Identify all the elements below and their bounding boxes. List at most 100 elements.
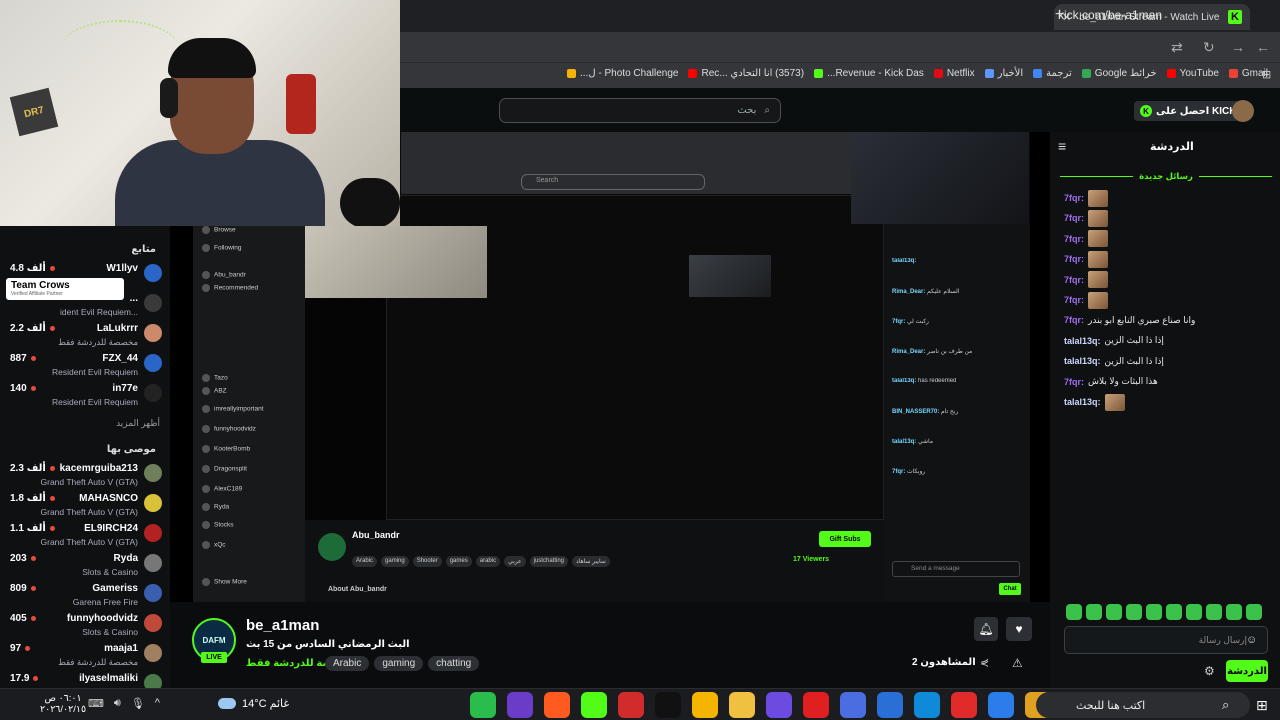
taskbar-app-icon[interactable] [655,692,681,718]
follow-heart-icon[interactable]: ♥ [1006,617,1032,641]
show-more-link[interactable]: أظهر المزيد [116,418,160,429]
chat-text: وانا صناع صبري النابع ابو بندر [1088,314,1196,325]
viewer-count: 140 [10,383,36,394]
channel-row[interactable]: Ryda 203 Slots & Casino [6,552,162,582]
tray-chevron-icon[interactable]: ^ [155,697,160,710]
emote-icon[interactable] [1146,604,1162,620]
channel-row[interactable]: maaja1 97 مخصصة للدردشة فقط [6,642,162,672]
bookmark-item[interactable]: YouTube [1166,68,1219,79]
viewer-count: 887 [10,353,36,364]
taskbar-app-icon[interactable] [507,692,533,718]
channel-name: Gameriss [92,583,138,594]
nested-sidebar-item: Browse [202,226,236,234]
chat-username[interactable]: 7fqr: [1064,315,1084,325]
chat-username[interactable]: talal13q: [1064,356,1101,366]
streamer-name[interactable]: be_a1man [246,617,319,634]
chat-settings-icon[interactable]: ⚙ [1204,664,1215,678]
emote-icon[interactable] [1166,604,1182,620]
taskbar-app-icon[interactable] [544,692,570,718]
channel-row[interactable]: LaLukrrr 2.2 ألف مخصصة للدردشة فقط [6,322,162,352]
emote-bar [1066,604,1266,622]
chat-username[interactable]: talal13q: [1064,336,1101,346]
speaker-icon[interactable]: 🔊︎ [114,697,121,710]
chat-username[interactable]: 7fqr: [1064,213,1084,223]
emote-icon[interactable] [1086,604,1102,620]
emote-icon[interactable] [1126,604,1142,620]
chat-username[interactable]: 7fqr: [1064,295,1084,305]
taskbar-app-icon[interactable] [470,692,496,718]
divider-line [1060,175,1134,177]
stream-tag[interactable]: gaming [374,656,424,671]
taskbar-app-icon[interactable] [914,692,940,718]
emote-icon[interactable] [1246,604,1262,620]
forward-arrow-icon[interactable]: ← [1256,39,1270,55]
bookmark-item[interactable]: Photo Challenge - ل... [567,68,678,79]
chat-send-button[interactable]: الدردشة [1226,660,1268,682]
reload-icon[interactable]: ↻ [1203,39,1215,56]
bookmark-item[interactable]: الأخبار [984,68,1023,79]
share-icon[interactable]: ⋞ [980,656,989,669]
taskbar-app-icon[interactable] [988,692,1014,718]
stream-tag[interactable]: Arabic [325,656,370,671]
chat-username[interactable]: 7fqr: [1064,275,1084,285]
emote-icon[interactable] [1186,604,1202,620]
taskbar-app-icon[interactable] [951,692,977,718]
keyboard-icon[interactable]: ⌨ [88,697,104,710]
channel-row[interactable]: Gameriss 809 Garena Free Fire [6,582,162,612]
microphone-icon[interactable]: 🎙︎ [131,697,145,710]
channel-avatar [144,554,162,572]
taskbar-app-icon[interactable] [618,692,644,718]
chat-input[interactable]: إرسال رسالة [1064,626,1268,654]
back-arrow-icon[interactable]: → [1231,39,1245,55]
apps-grid-icon[interactable]: ⊞ [1262,68,1271,81]
channel-row[interactable]: kacemrguiba213 2.3 ألف Grand Theft Auto V … [6,462,162,492]
windows-start-icon[interactable]: ⊞ [1256,697,1268,714]
clock[interactable]: ٠٦:٠١ ص ٢٠٢٦/٠٢/١٥ [40,693,86,715]
collapse-chat-icon[interactable]: ≡ [1058,138,1066,154]
stream-tag[interactable]: chatting [428,656,480,671]
bookmark-item[interactable]: خرائط Google [1081,68,1157,79]
emote-icon[interactable] [1106,604,1122,620]
chat-username[interactable]: 7fqr: [1064,254,1084,264]
site-settings-icon[interactable]: ⇄ [1171,39,1183,56]
taskbar-app-icon[interactable] [803,692,829,718]
url-field[interactable]: kick.com/be-a1man [1058,8,1162,22]
notification-bell-icon[interactable]: 🔔︎ [974,617,998,641]
taskbar-app-icon[interactable] [729,692,755,718]
emote-icon[interactable] [1206,604,1222,620]
nested-sidebar-item: imreallyimportant [202,405,264,413]
user-avatar[interactable] [1232,100,1254,122]
search-input[interactable]: ⌕ بحث [499,98,781,123]
chat-message: talal13q: إذا ذا البث الزين [1064,352,1164,370]
bookmark-favicon-icon [1166,69,1176,78]
emote-icon[interactable] [1226,604,1242,620]
bookmark-item[interactable]: ترجمة [1033,68,1072,79]
taskbar-app-icon[interactable] [692,692,718,718]
taskbar-app-icon[interactable] [877,692,903,718]
bookmark-item[interactable]: (3573) انا التحادي ...Rec [688,68,804,79]
search-icon: ⌕ [1222,697,1230,712]
bookmark-item[interactable]: Revenue - Kick Das... [814,68,924,79]
get-kicks-button[interactable]: K احصل على KICKs [1134,101,1249,121]
bookmark-favicon-icon [814,69,824,78]
taskbar-app-icon[interactable] [581,692,607,718]
taskbar-app-icon[interactable] [766,692,792,718]
report-icon[interactable]: ⚠ [1012,656,1023,670]
channel-row[interactable]: EL9IRCH24 1.1 ألف Grand Theft Auto V (GTA) [6,522,162,552]
channel-name: in77e [112,383,138,394]
nested-inner-webcam [689,255,771,297]
channel-row[interactable]: in77e 140 Resident Evil Requiem [6,382,162,412]
chat-username[interactable]: talal13q: [1064,397,1101,407]
channel-row[interactable]: MAHASNCO 1.8 ألف Grand Theft Auto V (GTA) [6,492,162,522]
channel-row[interactable]: FZX_44 887 Resident Evil Requiem [6,352,162,382]
taskbar-search[interactable]: اكتب هنا للبحث [1036,692,1250,718]
emoji-icon[interactable]: ☺ [1246,634,1257,646]
channel-row[interactable]: funnyhoodvidz 405 Slots & Casino [6,612,162,642]
chat-username[interactable]: 7fqr: [1064,377,1084,387]
chat-username[interactable]: 7fqr: [1064,193,1084,203]
chat-username[interactable]: 7fqr: [1064,234,1084,244]
taskbar-app-icon[interactable] [840,692,866,718]
bookmark-item[interactable]: Netflix [933,68,975,79]
emote-icon[interactable] [1066,604,1082,620]
weather-widget[interactable]: 14°C غائم [218,697,289,710]
